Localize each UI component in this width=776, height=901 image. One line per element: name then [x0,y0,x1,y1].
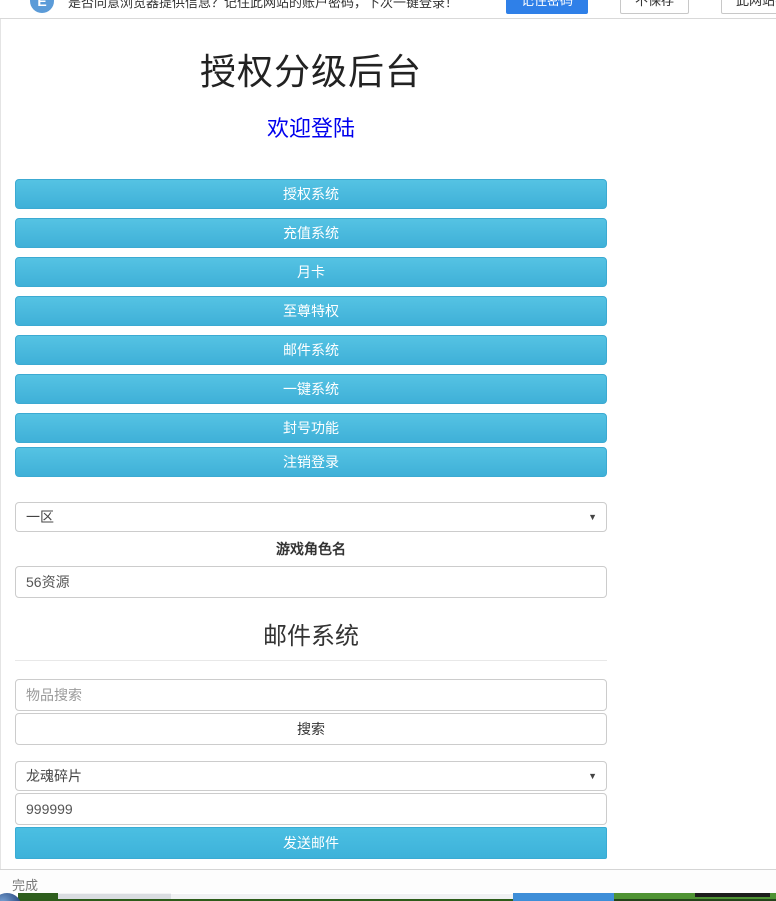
page-title: 授权分级后台 [199,51,422,92]
nav-supreme-privilege[interactable]: 至尊特权 [15,296,607,326]
nav-ban-function[interactable]: 封号功能 [15,413,607,443]
nav-mail-system[interactable]: 邮件系统 [15,335,607,365]
taskbar-window-button[interactable] [513,893,614,901]
never-save-button[interactable]: 此网站不保存 [721,0,776,14]
nav-logout[interactable]: 注销登录 [15,447,607,477]
item-search-input[interactable] [15,679,607,711]
role-name-label: 游戏角色名 [276,541,346,557]
server-select[interactable]: 一区 [15,502,607,532]
item-select[interactable]: 龙魂碎片 [15,761,607,791]
welcome-subtitle: 欢迎登陆 [266,116,355,141]
mail-section-title: 邮件系统 [263,623,359,650]
browser-info-icon: E [30,0,54,13]
browser-status-bar: 完成 [0,869,776,893]
nav-button-stack: 授权系统 充值系统 月卡 至尊特权 邮件系统 一键系统 封号功能 注销登录 [15,179,607,477]
role-name-input[interactable] [15,566,607,598]
taskbar-window-button[interactable] [695,893,770,897]
search-button[interactable]: 搜索 [15,713,607,745]
nav-authorization-system[interactable]: 授权系统 [15,179,607,209]
nav-recharge-system[interactable]: 充值系统 [15,218,607,248]
notification-message: 是否同意浏览器提供信息？记住此网站的账户密码，下次一键登录！ [68,0,459,10]
nav-monthly-card[interactable]: 月卡 [15,257,607,287]
send-mail-button[interactable]: 发送邮件 [15,827,607,859]
windows-taskbar-sliver [0,893,776,901]
status-text: 完成 [12,878,39,893]
page-content: 授权分级后台 欢迎登陆 授权系统 充值系统 月卡 至尊特权 邮件系统 一键系统 … [0,19,776,899]
quantity-input[interactable] [15,793,607,825]
section-divider [15,660,607,661]
browser-notification-bar: E 是否同意浏览器提供信息？记住此网站的账户密码，下次一键登录！ 记住密码 不保… [0,0,776,19]
decline-save-button[interactable]: 不保存 [620,0,690,14]
remember-password-button[interactable]: 记住密码 [506,0,589,14]
nav-one-key-system[interactable]: 一键系统 [15,374,607,404]
